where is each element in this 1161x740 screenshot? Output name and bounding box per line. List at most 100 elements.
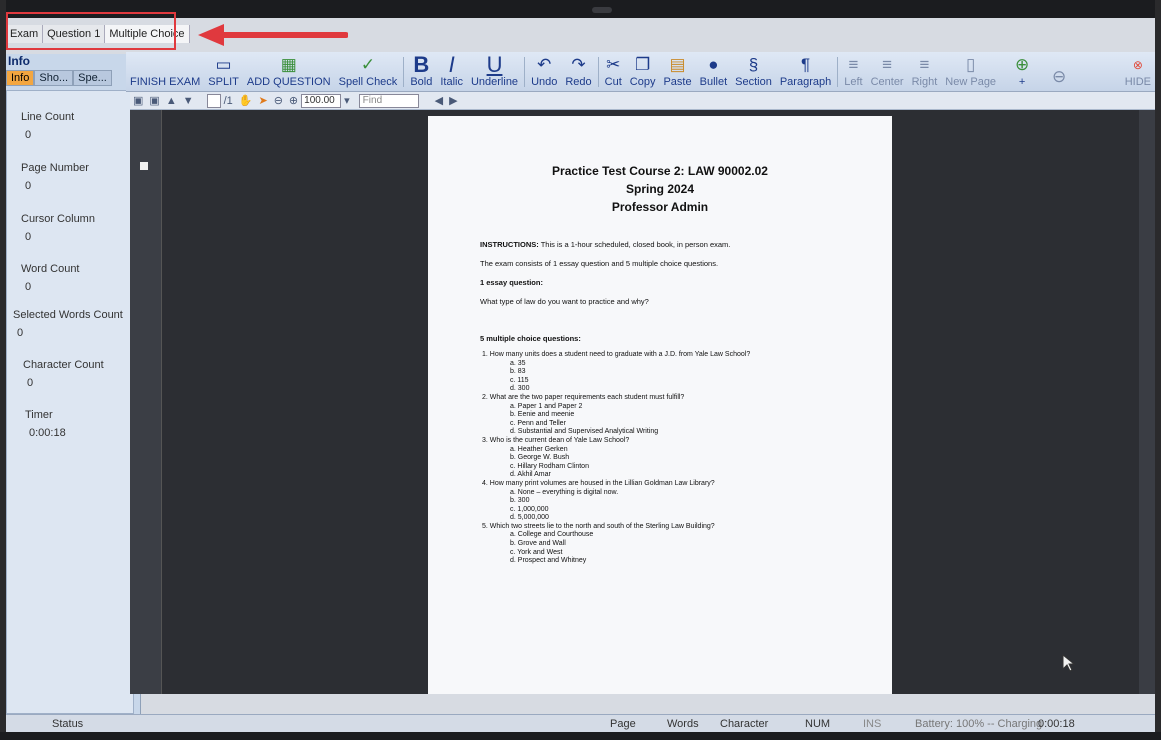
stat-label: Selected Words Count [13,309,123,321]
zoom-out-icon: ⊖ [1051,67,1067,86]
copy-icon: ❐ [635,55,651,74]
undo-icon: ↶ [537,55,552,74]
vertical-scrollbar[interactable] [1139,110,1155,694]
essay-question: What type of law do you want to practice… [480,297,649,306]
spell-check-label: Spell Check [338,76,398,88]
align-left-icon: ≡ [848,55,859,74]
find-next-icon[interactable]: ▶ [449,94,457,107]
tab-spell[interactable]: Spe... [73,70,112,86]
paste-button[interactable]: ▤ Paste [659,53,695,91]
stat-value: 0 [25,180,32,192]
tab-shortcuts[interactable]: Sho... [34,70,74,86]
save-icon[interactable]: ▣ [149,94,159,107]
option: c. Hillary Rodham Clinton [510,462,589,470]
zoom-in-small-icon[interactable]: ⊕ [289,94,298,107]
info-panel-title: Info [8,54,30,68]
webcam [592,7,612,13]
bullet-icon: ● [708,55,719,74]
page-thumbnail[interactable] [140,162,148,170]
exam-title: Practice Test Course 2: LAW 90002.02 [552,164,768,178]
spell-check-button[interactable]: ✓ Spell Check [335,53,402,91]
tab-info[interactable]: Info [6,70,35,86]
italic-label: Italic [440,76,463,88]
question: 5. Which two streets lie to the north an… [482,522,715,530]
bullet-label: Bullet [699,76,728,88]
add-question-button[interactable]: ▦ ADD QUESTION [243,53,335,91]
align-center-label: Center [870,76,904,88]
option: c. York and West [510,548,563,556]
stat-value: 0:00:18 [29,427,66,439]
paragraph-label: Paragraph [779,76,832,88]
split-button[interactable]: ▭ SPLIT [204,53,243,91]
thumbnail-strip [130,110,162,694]
cut-button[interactable]: ✂ Cut [601,53,626,91]
align-left-button[interactable]: ≡ Left [840,53,866,91]
hide-button[interactable]: ⊗ HIDE [1121,53,1155,91]
redo-button[interactable]: ↷ Redo [561,53,595,91]
copy-button[interactable]: ❐ Copy [626,53,660,91]
italic-button[interactable]: I Italic [436,53,467,91]
align-center-button[interactable]: ≡ Center [867,53,908,91]
instructions-label: INSTRUCTIONS: [480,240,539,249]
screen: Exam Question 1 Multiple Choice Info ⇩ I… [0,0,1161,740]
option: a. 35 [510,359,526,367]
bold-button[interactable]: B Bold [406,53,436,91]
cut-label: Cut [604,76,622,88]
option: a. Paper 1 and Paper 2 [510,402,583,410]
hand-tool-icon[interactable]: ✋ [239,94,253,107]
redo-label: Redo [565,76,592,88]
paragraph-button[interactable]: ¶ Paragraph [776,53,835,91]
status-page: Page [610,718,636,730]
zoom-dropdown-icon[interactable]: ▾ [344,94,350,107]
stat-value: 0 [25,231,32,243]
redo-icon: ↷ [571,55,586,74]
exam-professor: Professor Admin [611,200,709,214]
zoom-out-button[interactable]: ⊖ [1044,53,1074,91]
align-center-icon: ≡ [882,55,893,74]
stat-word-count: Word Count 0 [21,263,80,293]
find-input[interactable]: Find [358,93,419,108]
finish-exam-button[interactable]: FINISH EXAM [126,53,204,91]
new-page-icon: ▯ [966,55,976,74]
option: d. Akhil Amar [510,471,551,479]
monitor-bezel-bottom [0,732,1161,740]
select-tool-icon[interactable]: ➤ [258,94,267,107]
align-right-button[interactable]: ≡ Right [908,53,942,91]
document-navbar: ▣ ▣ ▲ ▼ /1 ✋ ➤ ⊖ ⊕ 100.00 ▾ Find ◀ ▶ [130,92,1155,110]
question: 1. How many units does a student need to… [482,351,751,358]
stat-label: Page Number [21,162,89,174]
section-button[interactable]: § Section [731,53,776,91]
option: b. Grove and Wall [510,540,566,548]
question: 2. What are the two paper requirements e… [482,393,685,401]
paste-icon: ▤ [669,55,686,74]
scissors-icon: ✂ [606,55,621,74]
find-previous-icon[interactable]: ◀ [435,94,443,107]
italic-icon: I [448,52,455,77]
question: 3. Who is the current dean of Yale Law S… [482,436,630,444]
option: d. 5,000,000 [510,514,549,522]
zoom-out-small-icon[interactable]: ⊖ [274,94,283,107]
zoom-in-button[interactable]: ⊕ + [1000,53,1044,91]
align-left-label: Left [844,76,863,88]
copy-label: Copy [629,76,656,88]
bullet-button[interactable]: ● Bullet [696,53,732,91]
new-page-button[interactable]: ▯ New Page [941,53,1000,91]
option: a. Heather Gerken [510,445,568,453]
undo-button[interactable]: ↶ Undo [527,53,561,91]
mc-heading: 5 multiple choice questions: [480,334,581,343]
hide-label: HIDE [1124,76,1151,88]
underline-button[interactable]: U Underline [467,53,522,91]
print-icon[interactable]: ▣ [133,94,143,107]
zoom-level-input[interactable]: 100.00 [301,93,342,108]
page-total: /1 [223,94,233,107]
document-page[interactable]: Practice Test Course 2: LAW 90002.02 Spr… [428,116,892,694]
align-right-icon: ≡ [919,55,930,74]
arrow-up-icon[interactable]: ▲ [166,95,177,107]
stat-label: Timer [25,409,53,421]
arrow-down-icon[interactable]: ▼ [183,95,194,107]
info-stats: Line Count 0 Page Number 0 Cursor Column 0 … [6,90,134,714]
toolbar-divider [524,57,526,87]
monitor-bezel-right [1155,0,1161,740]
page-number-input[interactable] [206,93,221,108]
option: a. None – everything is digital now. [510,488,619,496]
